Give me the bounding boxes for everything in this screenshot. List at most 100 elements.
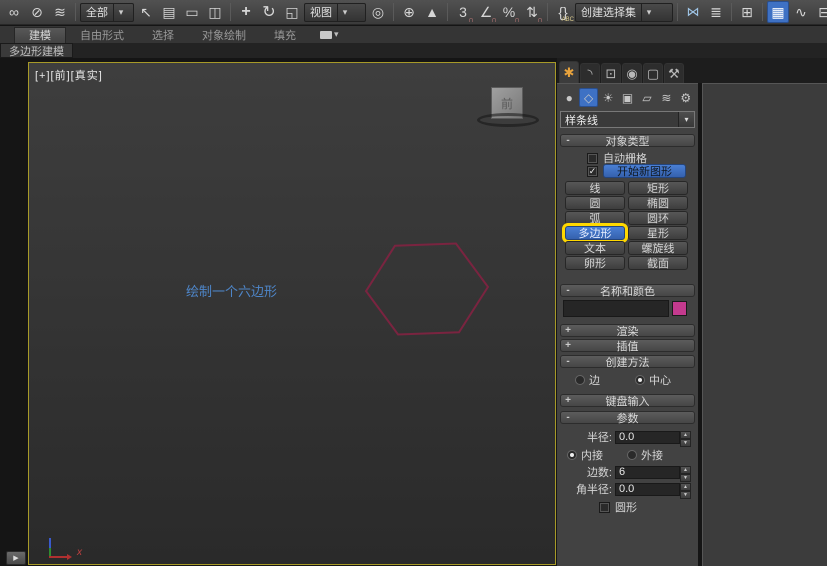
shape-button-text[interactable]: 文本 [565, 241, 625, 255]
utilities-icon: ⚒ [668, 65, 680, 81]
percent-snap-icon[interactable]: % ∩ [498, 1, 520, 24]
tab-display[interactable]: ▢ [643, 63, 663, 83]
start-new-shape-row: ✓ 开始新图形 [587, 164, 686, 178]
named-selection-set-dropdown[interactable]: 创建选择集 ▾ [575, 2, 673, 22]
edit-named-selection-sets-icon[interactable]: {} ABC [552, 1, 574, 23]
rollout-object-type[interactable]: - 对象类型 [560, 134, 695, 148]
display-icon: ▢ [646, 65, 660, 81]
keyboard-shortcut-override-icon[interactable]: ▲ [421, 1, 443, 23]
snap-toggle-3d-icon[interactable]: 3 ∩ [452, 1, 474, 24]
select-and-link-icon[interactable]: ∞ [3, 1, 25, 23]
start-new-shape-checkbox[interactable]: ✓ [587, 165, 598, 177]
shape-button-star[interactable]: 星形 [628, 226, 688, 240]
tab-selection[interactable]: 选择 [138, 27, 188, 43]
rollout-creation-method[interactable]: - 创建方法 [560, 355, 695, 369]
corner-radius-field[interactable]: 0.0 [615, 482, 680, 496]
object-color-swatch[interactable] [672, 301, 687, 316]
window-crossing-toggle-icon[interactable]: ◫ [204, 1, 226, 23]
rollout-name-color[interactable]: - 名称和颜色 [560, 284, 695, 298]
select-object-icon[interactable]: ↖ [135, 1, 157, 23]
ribbon-tab-bar: 建模 自由形式 选择 对象绘制 填充 ▾ [0, 26, 827, 43]
inscribed-radio[interactable] [567, 450, 577, 460]
tab-freeform[interactable]: 自由形式 [66, 27, 138, 43]
shape-button-section[interactable]: 截面 [628, 256, 688, 270]
edge-radio[interactable] [575, 375, 585, 385]
rollout-rendering[interactable]: + 渲染 [560, 324, 695, 338]
shape-button-egg[interactable]: 卵形 [565, 256, 625, 270]
shape-button-helix[interactable]: 螺旋线 [628, 241, 688, 255]
tab-modify[interactable]: ◝ [580, 63, 600, 83]
unlink-selection-icon[interactable]: ⊘ [26, 1, 48, 23]
mirror-icon[interactable]: ⋈ [682, 1, 704, 23]
category-helpers-icon[interactable]: ▱ [638, 88, 656, 107]
rollout-interpolation[interactable]: + 插值 [560, 339, 695, 353]
circular-checkbox[interactable] [599, 501, 610, 513]
category-cameras-icon[interactable]: ▣ [618, 88, 636, 107]
category-systems-icon[interactable]: ⚙ [677, 88, 695, 107]
start-new-shape-button[interactable]: 开始新图形 [603, 164, 686, 178]
select-and-scale-icon[interactable]: ◱ [281, 1, 303, 23]
select-by-name-icon[interactable]: ▤ [158, 1, 180, 23]
shape-button-ngon[interactable]: 多边形 [562, 223, 628, 243]
toolbar-separator [677, 3, 678, 21]
inscribed-option: 内接 [567, 447, 603, 463]
center-radio[interactable] [635, 375, 645, 385]
shape-button-ellipse[interactable]: 椭圆 [628, 196, 688, 210]
bind-to-space-warp-icon[interactable]: ≋ [49, 1, 71, 23]
circumscribed-option: 外接 [627, 447, 663, 463]
spinner-snap-icon[interactable]: ⇅ ∩ [521, 1, 543, 25]
angle-snap-icon[interactable]: ∠ ∩ [475, 1, 497, 25]
category-lights-icon[interactable]: ☀ [599, 88, 617, 107]
rollout-parameters[interactable]: - 参数 [560, 411, 695, 425]
main-toolbar: ∞ ⊘ ≋ 全部 ▾ ↖ ▤ ▭ ◫ + ↻ ◱ 视图 ▾ ◎ ⊕ ▲ 3 ∩ ∠… [0, 0, 827, 25]
shape-button-circle[interactable]: 圆 [565, 196, 625, 210]
select-and-manipulate-icon[interactable]: ⊕ [398, 1, 420, 23]
tab-modeling[interactable]: 建模 [14, 26, 66, 43]
sides-spinner[interactable]: ▲ ▼ [680, 465, 691, 482]
toggle-ribbon-icon[interactable]: ▦ [767, 1, 789, 23]
shape-button-rectangle[interactable]: 矩形 [628, 181, 688, 195]
toolbar-separator [547, 3, 548, 21]
select-and-rotate-icon[interactable]: ↻ [258, 1, 280, 23]
category-space-warps-icon[interactable]: ≋ [657, 88, 675, 107]
viewport-flyout-button[interactable]: ▶ [6, 551, 26, 565]
tab-utilities[interactable]: ⚒ [664, 63, 684, 83]
tab-create[interactable]: ✱ [559, 61, 579, 83]
shape-button-arc[interactable]: 弧 [565, 211, 625, 225]
category-geometry-icon[interactable]: ● [560, 88, 578, 107]
category-shapes-icon[interactable]: ◇ [579, 88, 598, 107]
axis-x-line [49, 556, 69, 558]
use-pivot-center-icon[interactable]: ◎ [367, 1, 389, 23]
hexagon-shape [364, 242, 490, 336]
curve-editor-icon[interactable]: ∿ [790, 1, 812, 23]
rollout-keyboard-entry[interactable]: + 键盘输入 [560, 394, 695, 408]
circumscribed-radio[interactable] [627, 450, 637, 460]
object-name-input[interactable] [563, 300, 669, 317]
schematic-view-icon[interactable]: ⊟ [813, 1, 827, 23]
radius-field[interactable]: 0.0 [615, 430, 680, 444]
autogrid-checkbox[interactable] [587, 152, 598, 164]
shape-category-dropdown[interactable]: 样条线 ▾ [560, 111, 695, 128]
align-icon[interactable]: ≣ [705, 1, 727, 23]
shape-button-donut[interactable]: 圆环 [628, 211, 688, 225]
tab-object-paint[interactable]: 对象绘制 [188, 27, 260, 43]
shape-button-line[interactable]: 线 [565, 181, 625, 195]
ribbon-minimize-dropdown[interactable]: ▾ [320, 29, 339, 40]
selection-filter-dropdown[interactable]: 全部 ▾ [80, 2, 134, 22]
tab-hierarchy[interactable]: ⊡ [601, 63, 621, 83]
reference-coordinate-system-dropdown[interactable]: 视图 ▾ [304, 2, 366, 22]
rectangular-selection-region-icon[interactable]: ▭ [181, 1, 203, 23]
corner-radius-spinner[interactable]: ▲ ▼ [680, 482, 691, 499]
tab-motion[interactable]: ◉ [622, 63, 642, 83]
radius-spinner[interactable]: ▲ ▼ [680, 430, 691, 447]
tab-polygon-modeling[interactable]: 多边形建模 [0, 43, 73, 58]
command-panel: ● ◇ ☀ ▣ ▱ ≋ ⚙ 样条线 ▾ - 对象类型 自动栅格 ✓ 开始新图形 … [557, 83, 698, 566]
sides-field[interactable]: 6 [615, 465, 680, 479]
tab-populate[interactable]: 填充 [260, 27, 310, 43]
manage-layers-icon[interactable]: ⊞ [736, 1, 758, 23]
create-icon: ✱ [563, 64, 575, 80]
viewport-front[interactable]: [+][前][真实] 绘制一个六边形 前 x [28, 62, 556, 565]
viewcube-compass-ring[interactable] [477, 113, 539, 127]
command-panel-tabs: ✱ ◝ ⊡ ◉ ▢ ⚒ [557, 58, 827, 83]
select-and-move-icon[interactable]: + [235, 1, 257, 23]
